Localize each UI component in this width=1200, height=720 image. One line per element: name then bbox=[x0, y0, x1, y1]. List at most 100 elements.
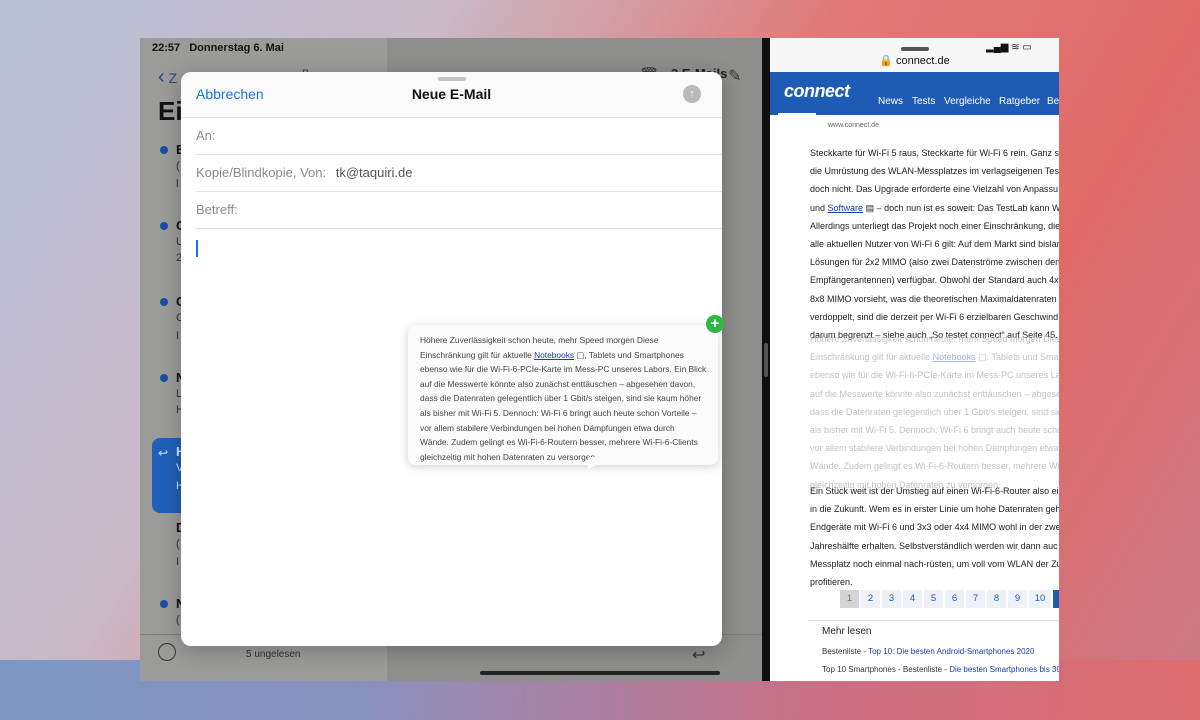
status-date: Donnerstag 6. Mai bbox=[189, 42, 284, 54]
notebooks-link: Notebooks bbox=[534, 349, 575, 360]
status-time: 22:57 bbox=[152, 42, 181, 54]
status-icons: ▂▄▆ ≋ ▭ bbox=[986, 42, 1032, 53]
related-article[interactable]: Bestenliste - Top 10: Die besten Android… bbox=[822, 647, 1034, 656]
article-line: Endgeräte mit Wi-Fi 6 und 3x3 oder 4x4 M… bbox=[810, 522, 1059, 533]
from-value: tk@taquiri.de bbox=[335, 165, 413, 180]
address-bar[interactable]: 🔒 connect.de bbox=[770, 54, 1059, 67]
article-line: doch nicht. Das Upgrade erforderte eine … bbox=[810, 184, 1058, 195]
article-line: Höhere Zuverlässigkeit schon heute, mehr… bbox=[810, 334, 1059, 344]
mail-preview: I bbox=[176, 330, 180, 342]
drag-line: ebenso wie für die Wi-Fi-6-PCIe-Karte im… bbox=[420, 364, 707, 375]
notebooks-link[interactable]: Notebooks bbox=[933, 352, 976, 362]
page-9[interactable]: 9 bbox=[1008, 590, 1027, 608]
page-7[interactable]: 7 bbox=[966, 590, 985, 608]
nav-ratgeber[interactable]: Ratgeber bbox=[999, 96, 1040, 107]
sheet-grabber[interactable] bbox=[438, 77, 466, 81]
software-link[interactable]: Software bbox=[828, 203, 864, 213]
nav-tests[interactable]: Tests bbox=[912, 96, 935, 107]
filter-icon[interactable] bbox=[158, 643, 176, 661]
drag-line: auf die Messwerte könnte also zunächst e… bbox=[420, 378, 696, 389]
reply-icon[interactable]: ↩ bbox=[692, 645, 705, 665]
subject-field[interactable]: Betreff: bbox=[196, 192, 722, 229]
nav-vergleiche[interactable]: Vergleiche bbox=[944, 96, 991, 107]
page-1[interactable]: 1 bbox=[840, 590, 859, 608]
drag-line: Höhere Zuverlässigkeit schon heute, mehr… bbox=[420, 335, 659, 345]
article-line: alle aktuellen Nutzer von Wi-Fi 6 gilt: … bbox=[810, 239, 1059, 250]
page-10[interactable]: 10 bbox=[1029, 590, 1051, 608]
related-link[interactable]: Die besten Smartphones bis 300 bbox=[949, 665, 1059, 674]
article-text: ▢. Tablets und Sma bbox=[975, 352, 1059, 363]
page-3[interactable]: 3 bbox=[882, 590, 901, 608]
drag-line: Einschränkung gilt für aktuelle Notebook… bbox=[420, 348, 708, 363]
unread-dot-icon bbox=[160, 600, 168, 608]
mail-subject: ( bbox=[176, 160, 180, 172]
article-line: Empfängerantennen) verfügbar. Obwohl der… bbox=[810, 275, 1059, 286]
split-view-handle[interactable] bbox=[764, 343, 768, 377]
unread-dot-icon bbox=[160, 222, 168, 230]
next-page-button[interactable] bbox=[1053, 590, 1059, 608]
article-text: Einschränkung gilt für aktuelle bbox=[810, 352, 933, 363]
subject-label: Betreff: bbox=[196, 202, 238, 217]
article-line: Ein Stück weit ist der Umstieg auf einen… bbox=[810, 486, 1059, 496]
compose-icon[interactable]: ✎ bbox=[728, 66, 741, 86]
related-article[interactable]: Top 10 Smartphones - Bestenliste - Die b… bbox=[822, 665, 1059, 674]
site-navbar: connect News Tests Vergleiche Ratgeber B… bbox=[770, 72, 1059, 115]
replied-icon: ↩ bbox=[158, 446, 169, 460]
article-line: verdoppelt, sind die derzeit per Wi-Fi 6… bbox=[810, 311, 1059, 322]
drag-line: vor allem stabilere Verbindungen bei hoh… bbox=[420, 422, 675, 433]
article-line: die Umrüstung des WLAN-Messplatzes im ve… bbox=[810, 166, 1059, 177]
unread-dot-icon bbox=[160, 374, 168, 382]
article-paragraph: Steckkarte für Wi-Fi 5 raus, Steckkarte … bbox=[810, 144, 1059, 344]
drag-text-preview[interactable]: Höhere Zuverlässigkeit schon heute, mehr… bbox=[408, 325, 718, 469]
article-paragraph: Ein Stück weit ist der Umstieg auf einen… bbox=[810, 482, 1059, 591]
dragged-source-paragraph: Höhere Zuverlässigkeit schon heute, mehr… bbox=[810, 330, 1059, 494]
site-url-caption: www.connect.de bbox=[828, 122, 879, 129]
article-line: 8x8 MIMO vorsieht, was die theoretischen… bbox=[810, 293, 1057, 304]
safari-toolbar: ▂▄▆ ≋ ▭ 🔒 connect.de bbox=[770, 38, 1059, 72]
article-line: vor allem stabilere Verbindungen bei hoh… bbox=[810, 443, 1059, 454]
article-line: Wände. Zudem gelingt es Wi-Fi-6-Routern … bbox=[810, 461, 1059, 472]
related-prefix: Bestenliste - bbox=[822, 647, 869, 656]
article-line: dass die Datenraten gelegentlich über 1 … bbox=[810, 406, 1059, 417]
page-2[interactable]: 2 bbox=[861, 590, 880, 608]
to-label: An: bbox=[196, 128, 216, 143]
page-5[interactable]: 5 bbox=[924, 590, 943, 608]
article-text: ▤ – doch nun ist es soweit: Das TestLab … bbox=[863, 202, 1059, 213]
article-line: Steckkarte für Wi-Fi 5 raus, Steckkarte … bbox=[810, 148, 1059, 158]
status-bar: 22:57 Donnerstag 6. Mai bbox=[152, 42, 290, 54]
drag-line: Wände. Zudem gelingt es Wi-Fi-6-Routern … bbox=[420, 437, 698, 448]
article-line: Allerdings unterliegt das Projekt noch e… bbox=[810, 220, 1059, 231]
drop-plus-icon: + bbox=[706, 315, 724, 333]
send-icon[interactable]: ↑ bbox=[683, 85, 701, 103]
nav-news[interactable]: News bbox=[878, 96, 903, 107]
article-line: ebenso wie für die Wi-Fi-6-PCIe-Karte im… bbox=[810, 370, 1059, 381]
page-4[interactable]: 4 bbox=[903, 590, 922, 608]
article-line: profitieren. bbox=[810, 577, 853, 588]
related-link[interactable]: Top 10: Die besten Android-Smartphones 2… bbox=[868, 647, 1034, 656]
drag-text: Einschränkung gilt für aktuelle bbox=[420, 349, 535, 360]
mail-subject: ( bbox=[176, 538, 180, 550]
back-label: Z bbox=[168, 70, 178, 86]
drag-text: ▢, Tablets und Smartphones bbox=[574, 349, 684, 360]
back-button[interactable]: ‹ Z bbox=[158, 66, 177, 89]
nav-more[interactable]: Be bbox=[1047, 96, 1059, 107]
drag-line: als bisher mit Wi-Fi 5. Dennoch: Wi-Fi 6… bbox=[420, 407, 697, 418]
article-line: und Software ▤ – doch nun ist es soweit:… bbox=[810, 199, 1059, 217]
window-grabber[interactable] bbox=[901, 47, 929, 51]
logo-underline bbox=[778, 113, 816, 115]
mail-preview: l bbox=[176, 178, 179, 190]
home-indicator[interactable] bbox=[480, 671, 720, 675]
cc-from-field[interactable]: Kopie/Blindkopie, Von: tk@taquiri.de bbox=[196, 155, 722, 192]
article-line: auf die Messwerte könnte also zunächst e… bbox=[810, 388, 1059, 399]
to-field[interactable]: An: bbox=[196, 118, 722, 155]
article-line: Messplatz noch einmal nach-rüsten, um vo… bbox=[810, 558, 1059, 569]
article-line: Jahreshälfte erhalten. Selbstverständlic… bbox=[810, 540, 1058, 551]
mail-subject: ( bbox=[176, 614, 180, 626]
article-line: in die Zukunft. Wem es in erster Linie u… bbox=[810, 504, 1059, 515]
compose-header: Abbrechen Neue E-Mail ↑ bbox=[181, 72, 722, 118]
mail-preview: I bbox=[176, 556, 180, 568]
mail-app: 22:57 Donnerstag 6. Mai ‹Z B Ei E ( l C … bbox=[140, 38, 762, 681]
page-6[interactable]: 6 bbox=[945, 590, 964, 608]
connect-logo[interactable]: connect bbox=[784, 81, 850, 102]
page-8[interactable]: 8 bbox=[987, 590, 1006, 608]
